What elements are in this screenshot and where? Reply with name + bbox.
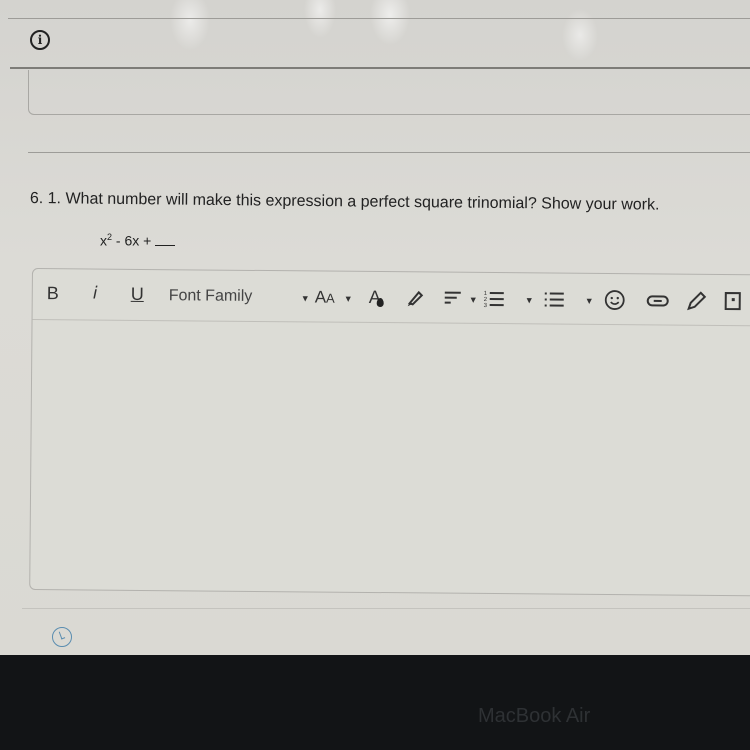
chevron-down-icon[interactable]: ▼ <box>469 295 478 305</box>
info-icon[interactable]: i <box>30 30 50 50</box>
history-icon[interactable] <box>52 627 72 647</box>
divider <box>22 608 750 609</box>
font-family-dropdown[interactable]: Font Family <box>169 287 253 306</box>
color-drop-icon <box>376 298 384 308</box>
chevron-down-icon[interactable]: ▼ <box>585 296 594 306</box>
expression-base: x <box>100 232 107 249</box>
expression-rest: - 6x + <box>112 232 152 249</box>
numbered-list-icon[interactable]: 1 2 3 <box>483 287 509 309</box>
divider <box>8 18 750 19</box>
highlight-icon[interactable] <box>405 286 427 308</box>
previous-answer-box <box>28 70 750 115</box>
image-icon[interactable] <box>723 289 743 313</box>
pencil-icon[interactable] <box>685 289 709 313</box>
screen-glare <box>0 0 750 70</box>
align-icon[interactable] <box>443 287 467 309</box>
laptop-bezel <box>0 655 750 750</box>
chevron-down-icon[interactable]: ▼ <box>344 294 353 304</box>
answer-blank <box>155 244 176 246</box>
italic-button[interactable]: i <box>93 284 98 304</box>
font-size-button[interactable]: AA <box>315 287 335 307</box>
font-size-label-small: A <box>326 290 335 306</box>
svg-text:3: 3 <box>484 303 488 309</box>
divider <box>28 152 750 153</box>
chevron-down-icon[interactable]: ▼ <box>525 295 534 305</box>
editor-toolbar: B i U Font Family ▼ AA ▼ A ▼ 1 2 3 ▼ ▼ <box>32 269 750 327</box>
device-brand-label: MacBook Air <box>478 705 591 727</box>
bold-button[interactable]: B <box>47 283 59 304</box>
font-size-label-big: A <box>314 287 327 307</box>
bullet-list-icon[interactable] <box>543 287 569 309</box>
chevron-down-icon[interactable]: ▼ <box>301 293 310 303</box>
font-color-button[interactable]: A <box>369 287 384 308</box>
math-expression: x2 - 6x + <box>100 232 176 249</box>
link-icon[interactable] <box>645 288 671 312</box>
emoji-icon[interactable] <box>603 288 627 312</box>
divider <box>10 67 750 69</box>
editor-text-area[interactable] <box>30 320 750 595</box>
rich-text-editor: B i U Font Family ▼ AA ▼ A ▼ 1 2 3 ▼ ▼ <box>29 268 750 597</box>
browser-screen: i 6. 1. What number will make this expre… <box>0 0 750 655</box>
underline-button[interactable]: U <box>131 284 144 305</box>
question-text: 6. 1. What number will make this express… <box>29 190 660 214</box>
